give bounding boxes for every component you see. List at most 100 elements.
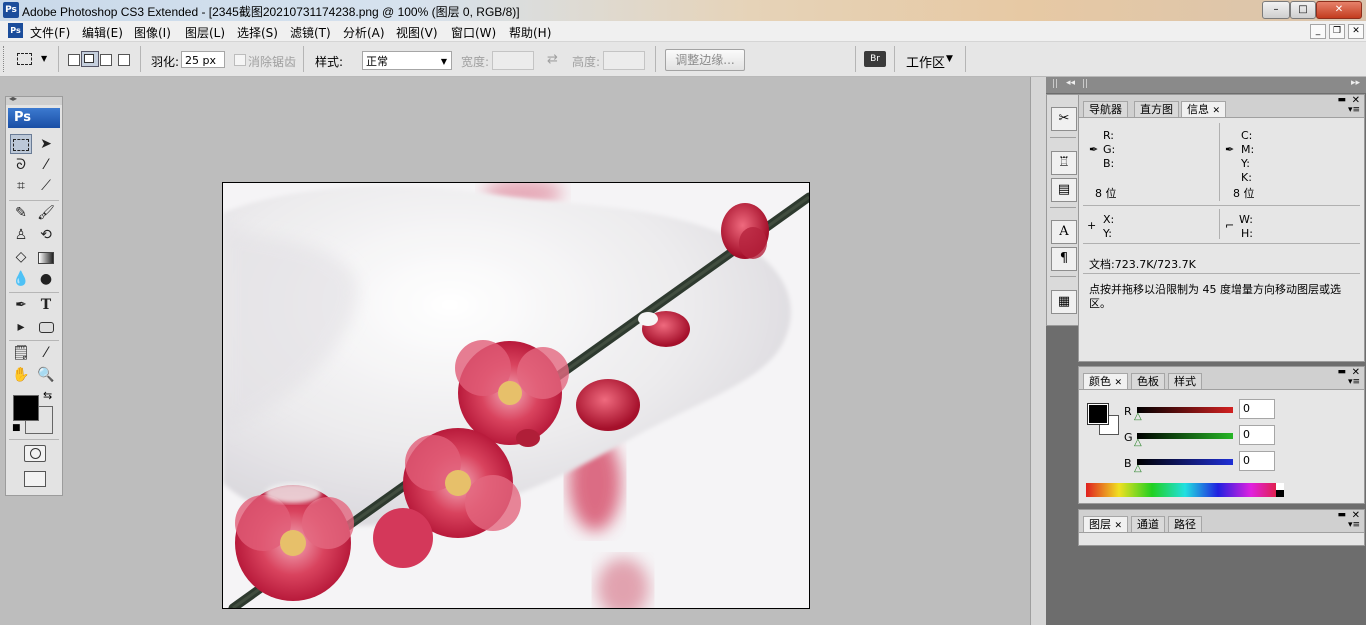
panel-minimize-icon[interactable]: ▬ [1337,367,1346,377]
path-selection-tool[interactable]: ▸ [10,317,32,337]
doc-minimize-button[interactable]: _ [1310,24,1326,39]
document-icon[interactable]: Ps [8,23,23,38]
move-tool[interactable]: ➤ [35,134,57,154]
b-slider-handle[interactable]: △ [1134,463,1142,474]
menu-edit[interactable]: 编辑(E) [82,24,123,41]
r-slider-handle[interactable]: △ [1134,411,1142,422]
height-input[interactable] [603,51,645,70]
history-brush-tool[interactable]: ⟲ [35,225,57,245]
magic-wand-tool[interactable]: ⁄ [35,155,57,175]
healing-brush-tool[interactable]: ✎ [10,203,32,223]
tool-presets-icon[interactable]: ♖ [1051,151,1077,175]
default-colors-icon[interactable]: ■ [12,423,21,433]
type-tool[interactable]: T [35,295,57,315]
tools-grip[interactable]: ◂▸ [6,94,62,105]
r-slider-track[interactable] [1137,407,1233,413]
divider [9,292,59,293]
clone-stamp-tool[interactable]: ♙ [10,225,32,245]
tab-close-icon[interactable]: ✕ [1213,106,1221,116]
panel-menu-icon[interactable]: ▾≡ [1348,377,1360,387]
tab-histogram[interactable]: 直方图 [1134,101,1179,117]
crop-tool[interactable]: ⌗ [10,176,32,196]
dock-header[interactable]: || ◂◂ || ▸▸ [1046,77,1366,93]
close-button[interactable]: ✕ [1316,1,1362,19]
menu-view[interactable]: 视图(V) [396,24,438,41]
tab-close-icon[interactable]: ✕ [1115,521,1123,531]
shape-tool[interactable] [35,317,57,337]
color-fg-swatch[interactable] [1087,403,1109,425]
panel-menu-icon[interactable]: ▾≡ [1348,520,1360,530]
paragraph-panel-icon[interactable]: ¶ [1051,247,1077,271]
menu-file[interactable]: 文件(F) [30,24,70,41]
bridge-icon[interactable]: Br [864,51,886,67]
g-slider-handle[interactable]: △ [1134,437,1142,448]
g-value-input[interactable]: 0 [1239,425,1275,445]
menu-filter[interactable]: 滤镜(T) [290,24,331,41]
tab-layers[interactable]: 图层 ✕ [1083,516,1129,532]
antialias-checkbox[interactable] [234,54,246,66]
doc-close-button[interactable]: ✕ [1348,24,1364,39]
hand-tool[interactable]: ✋ [10,365,32,385]
panel-menu-icon[interactable]: ▾≡ [1348,105,1360,115]
menu-analysis[interactable]: 分析(A) [343,24,385,41]
style-select[interactable]: 正常 ▼ [362,51,452,70]
screen-mode-icon[interactable] [24,471,46,487]
zoom-tool[interactable]: 🔍 [35,365,57,385]
intersect-selection-icon[interactable] [118,54,130,66]
measurement-log-icon[interactable]: ▦ [1051,290,1077,314]
add-to-selection-icon[interactable] [81,51,99,67]
tool-preset-picker[interactable]: ▼ [15,51,47,67]
panel-minimize-icon[interactable]: ▬ [1337,95,1346,105]
layer-comps-icon[interactable]: ▤ [1051,178,1077,202]
new-selection-icon[interactable] [68,54,80,66]
canvas-scrollbar[interactable] [1030,77,1046,625]
pen-tool[interactable]: ✒ [10,295,32,315]
swap-dimensions-icon[interactable]: ⇄ [547,52,558,67]
b-value-input[interactable]: 0 [1239,451,1275,471]
eraser-tool[interactable]: ◇ [10,247,32,267]
quick-mask-icon[interactable] [24,445,46,462]
panel-minimize-icon[interactable]: ▬ [1337,510,1346,520]
swap-colors-icon[interactable]: ⇆ [43,389,52,402]
tab-styles[interactable]: 样式 [1168,373,1202,389]
menu-layer[interactable]: 图层(L) [185,24,225,41]
character-panel-icon[interactable]: A [1051,220,1077,244]
chevron-down-icon[interactable]: ▼ [946,54,953,64]
tab-swatches[interactable]: 色板 [1131,373,1165,389]
document-canvas[interactable] [222,182,810,609]
feather-input[interactable]: 25 px [181,51,225,68]
refine-edge-button[interactable]: 调整边缘... [665,49,745,71]
workspace-menu[interactable]: 工作区 [906,52,945,71]
r-value-input[interactable]: 0 [1239,399,1275,419]
tab-color[interactable]: 颜色 ✕ [1083,373,1129,389]
menu-image[interactable]: 图像(I) [134,24,171,41]
notes-tool[interactable]: 🗒 [10,343,32,363]
tab-paths[interactable]: 路径 [1168,516,1202,532]
lasso-tool[interactable]: ᘐ [10,155,32,175]
tab-close-icon[interactable]: ✕ [1115,378,1123,388]
options-grip[interactable] [3,46,8,72]
brush-tool[interactable]: 🖌 [35,203,57,223]
minimize-button[interactable]: – [1262,1,1290,19]
b-slider-track[interactable] [1137,459,1233,465]
blur-tool[interactable]: 💧 [10,269,32,289]
g-slider-track[interactable] [1137,433,1233,439]
tab-info[interactable]: 信息 ✕ [1181,101,1227,117]
tab-channels[interactable]: 通道 [1131,516,1165,532]
color-spectrum-bar[interactable] [1086,483,1284,497]
doc-restore-button[interactable]: ❐ [1329,24,1345,39]
menu-window[interactable]: 窗口(W) [451,24,496,41]
slice-tool[interactable]: ⟋ [35,176,57,196]
width-input[interactable] [492,51,534,70]
subtract-selection-icon[interactable] [100,54,112,66]
h-label: H: [1241,227,1253,240]
brushes-panel-icon[interactable]: ✂ [1051,107,1077,131]
maximize-button[interactable]: □ [1290,1,1316,19]
dodge-tool[interactable]: ● [35,269,57,289]
tab-navigator[interactable]: 导航器 [1083,101,1128,117]
menu-select[interactable]: 选择(S) [237,24,278,41]
menu-help[interactable]: 帮助(H) [509,24,551,41]
gradient-tool[interactable] [35,247,57,267]
rect-marquee-tool[interactable] [10,134,32,154]
eyedropper-tool[interactable]: ⁄ [35,343,57,363]
